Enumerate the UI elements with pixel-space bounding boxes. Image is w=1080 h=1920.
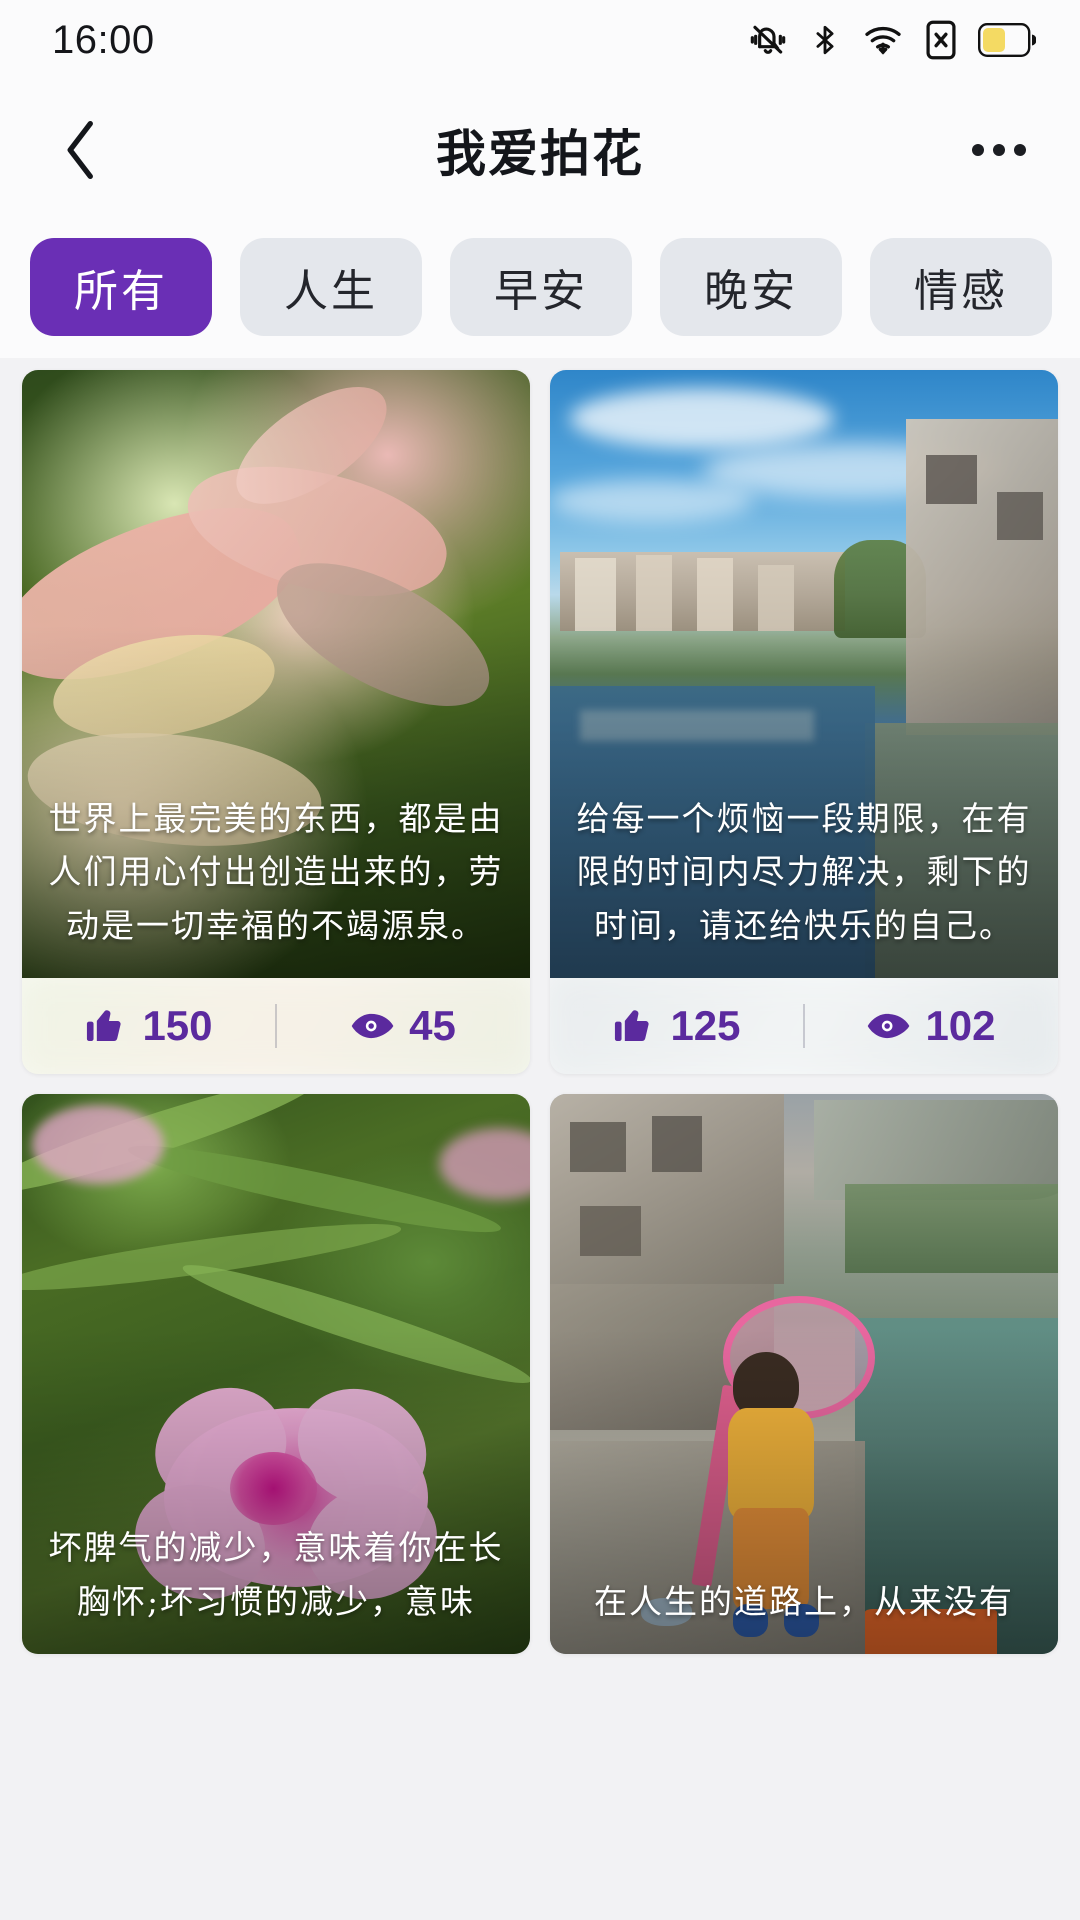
tab-night[interactable]: 晚安 [660,238,842,336]
like-stat[interactable]: 150 [22,1002,275,1050]
tab-label: 早安 [494,267,588,316]
view-count: 102 [925,1002,996,1049]
like-count: 150 [142,1002,213,1049]
dot-icon [972,144,984,156]
eye-icon [868,1013,910,1039]
sim-no-signal-icon [924,19,958,61]
dot-icon [993,144,1005,156]
bluetooth-icon [808,20,842,60]
like-stat[interactable]: 125 [550,1002,803,1050]
status-bar: 16:00 [0,0,1080,80]
tab-label: 晚安 [704,267,798,316]
tab-label: 人生 [284,267,378,316]
tab-emotion[interactable]: 情感 [870,238,1052,336]
card-stats: 150 45 [22,978,530,1074]
card-grid: 世界上最完美的东西，都是由人们用心付出创造出来的，劳动是一切幸福的不竭源泉。 1… [0,358,1080,1654]
thumbs-up-icon [87,1010,122,1042]
back-button[interactable] [46,115,116,185]
card-caption: 坏脾气的减少，意味着你在长胸怀;坏习惯的减少，意味 [48,1528,504,1621]
like-count: 125 [670,1002,741,1049]
card-stats: 125 102 [550,978,1058,1074]
card-caption: 在人生的道路上，从来没有 [594,1581,1014,1621]
tab-all[interactable]: 所有 [30,238,212,336]
dot-icon [1014,144,1026,156]
view-count: 45 [409,1002,456,1049]
page-title: 我爱拍花 [436,126,644,182]
card-item[interactable]: 世界上最完美的东西，都是由人们用心付出创造出来的，劳动是一切幸福的不竭源泉。 1… [22,370,530,1074]
thumbs-up-icon [615,1010,650,1042]
tab-life[interactable]: 人生 [240,238,422,336]
eye-icon [351,1013,394,1039]
silent-bell-icon [748,20,788,60]
battery-icon [978,23,1036,57]
category-tab-list[interactable]: 所有 人生 早安 晚安 情感 默认 [0,238,1080,336]
wifi-icon [862,20,904,60]
app-header: 我爱拍花 [0,80,1080,220]
tab-label: 所有 [74,267,168,316]
status-bar-clock: 16:00 [52,17,155,62]
card-item[interactable]: 在人生的道路上，从来没有 [550,1094,1058,1654]
card-caption: 世界上最完美的东西，都是由人们用心付出创造出来的，劳动是一切幸福的不竭源泉。 [48,798,504,945]
card-caption: 给每一个烦恼一段期限，在有限的时间内尽力解决，剩下的时间，请还给快乐的自己。 [576,798,1032,945]
card-photo[interactable]: 坏脾气的减少，意味着你在长胸怀;坏习惯的减少，意味 [22,1094,530,1654]
card-photo[interactable]: 世界上最完美的东西，都是由人们用心付出创造出来的，劳动是一切幸福的不竭源泉。 [22,370,530,978]
view-stat[interactable]: 45 [277,1002,530,1050]
view-stat[interactable]: 102 [805,1002,1058,1050]
card-photo[interactable]: 在人生的道路上，从来没有 [550,1094,1058,1654]
card-item[interactable]: 给每一个烦恼一段期限，在有限的时间内尽力解决，剩下的时间，请还给快乐的自己。 1… [550,370,1058,1074]
tab-label: 情感 [914,267,1008,316]
more-options-button[interactable] [964,115,1034,185]
card-photo[interactable]: 给每一个烦恼一段期限，在有限的时间内尽力解决，剩下的时间，请还给快乐的自己。 [550,370,1058,978]
tab-morning[interactable]: 早安 [450,238,632,336]
card-item[interactable]: 坏脾气的减少，意味着你在长胸怀;坏习惯的减少，意味 [22,1094,530,1654]
category-tab-bar[interactable]: 所有 人生 早安 晚安 情感 默认 [0,220,1080,358]
status-bar-icons [748,19,1036,61]
